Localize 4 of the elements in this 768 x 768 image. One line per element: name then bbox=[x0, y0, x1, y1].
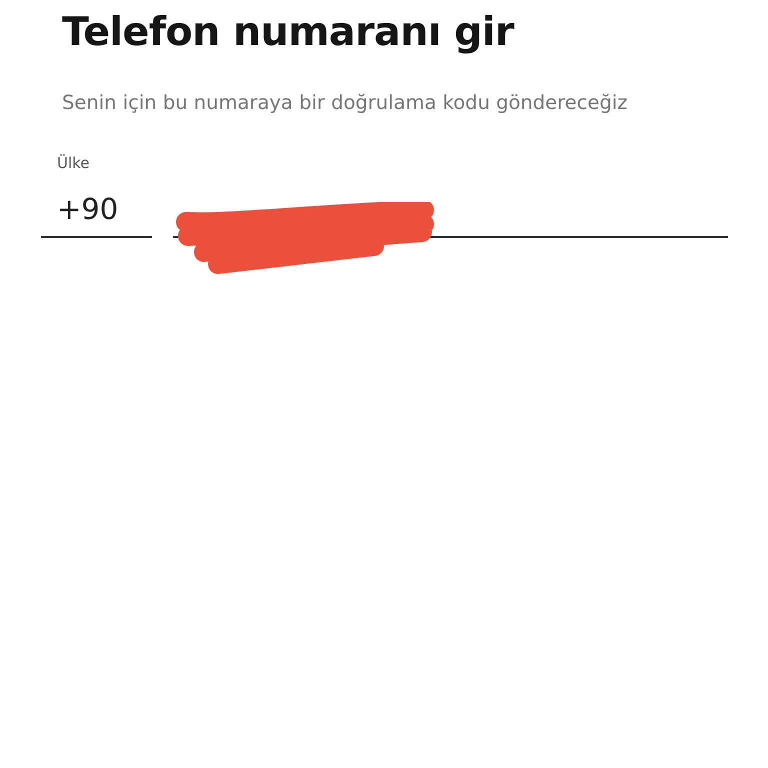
country-label: Ülke bbox=[57, 154, 90, 172]
subtitle: Senin için bu numaraya bir doğrulama kodu göndereceğiz bbox=[62, 90, 628, 116]
country-code-field[interactable]: +90 bbox=[41, 172, 152, 238]
page-title: Telefon numaranı gir bbox=[62, 8, 516, 57]
